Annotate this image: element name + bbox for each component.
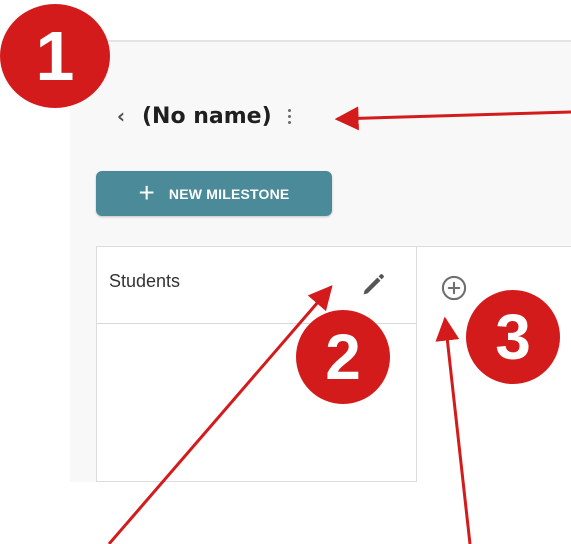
- more-vertical-icon[interactable]: [284, 101, 296, 131]
- new-milestone-button[interactable]: + NEW MILESTONE: [96, 171, 332, 216]
- more-dot-3: [288, 120, 292, 124]
- students-column-title: Students: [109, 271, 181, 291]
- pencil-icon[interactable]: [359, 271, 387, 299]
- annotation-badge-3: 3: [466, 290, 560, 384]
- annotation-badge-2: 2: [296, 310, 390, 404]
- page-title: (No name): [142, 103, 272, 129]
- more-dot-2: [288, 114, 292, 118]
- plus-icon: +: [138, 176, 155, 208]
- annotation-badge-1: 1: [0, 4, 110, 108]
- page-header: ‹ (No name): [110, 100, 296, 132]
- chevron-left-icon[interactable]: ‹: [110, 100, 132, 132]
- plus-circle-icon[interactable]: [440, 274, 468, 302]
- more-dot-1: [288, 108, 292, 112]
- new-milestone-label: NEW MILESTONE: [168, 185, 290, 202]
